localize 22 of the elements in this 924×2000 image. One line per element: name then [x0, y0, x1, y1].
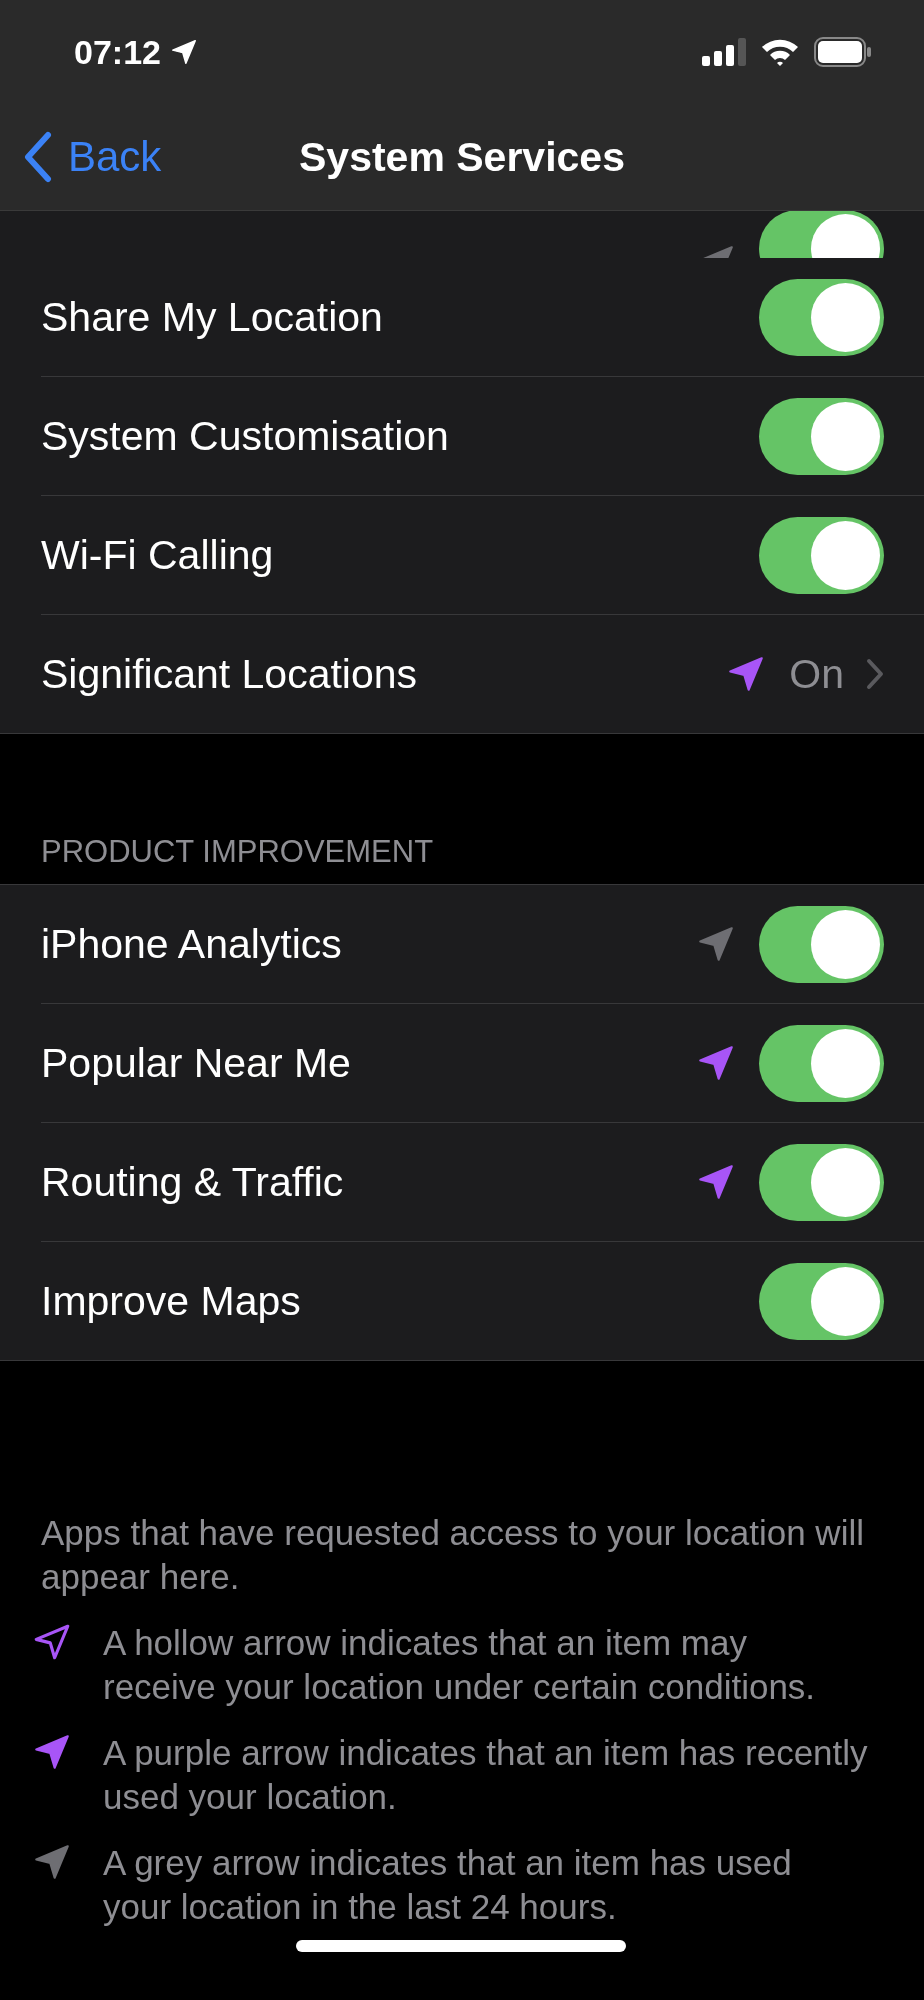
row-label: Significant Locations [41, 650, 419, 698]
legend-text: A hollow arrow indicates that an item may receive your location under certain conditions. [103, 1622, 817, 1708]
row-label: Popular Near Me [41, 1039, 352, 1087]
row-label: Routing & Traffic [41, 1158, 345, 1206]
signal-icon [702, 38, 746, 66]
legend-text: A grey arrow indicates that an item has used your location in the last 24 hours. [103, 1842, 793, 1928]
row-label: Improve Maps [41, 1277, 302, 1325]
chevron-left-icon [22, 131, 54, 183]
row-value: On [789, 650, 844, 698]
screen-title: System Services [299, 133, 625, 181]
footer-text: Apps that have requested access to your location will appear here. [41, 1512, 865, 1598]
back-button[interactable]: Back [0, 131, 162, 183]
row-label: System Customisation [41, 412, 450, 460]
legend-text: A purple arrow indicates that an item has recently used your location. [103, 1732, 868, 1818]
row-label: iPhone Analytics [41, 920, 343, 968]
battery-icon [814, 37, 872, 67]
wifi-icon [760, 37, 800, 67]
chevron-right-icon[interactable] [866, 658, 884, 690]
status-time: 07:12 [74, 32, 161, 72]
row-label: Wi-Fi Calling [41, 531, 275, 579]
section-header: PRODUCT IMPROVEMENT [40, 834, 435, 871]
row-label: Share My Location [41, 293, 384, 341]
